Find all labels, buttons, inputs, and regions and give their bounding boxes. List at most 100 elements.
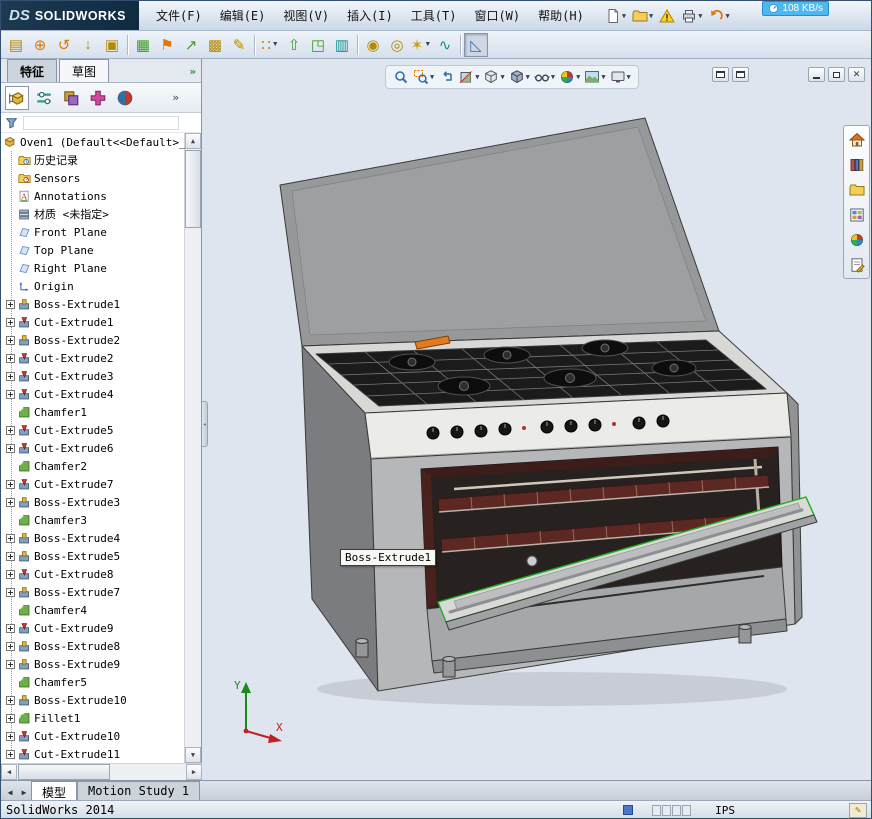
undo-button[interactable]: ▼ [706,4,731,28]
feature-tree-item[interactable]: Boss-Extrude7 [1,583,185,601]
dimxpertmanager-tab[interactable] [86,86,110,110]
feature-tree-item[interactable]: Boss-Extrude10 [1,691,185,709]
expand-plus-icon[interactable] [6,749,15,759]
appearances-scenes-button[interactable] [846,229,867,250]
dropdown-arrow-icon[interactable]: ▼ [576,73,580,81]
dropdown-arrow-icon[interactable]: ▼ [622,12,626,20]
menu-edit[interactable]: 编辑(E) [211,4,275,27]
tab-motion-study[interactable]: Motion Study 1 [77,781,201,800]
dropdown-arrow-icon[interactable]: ▼ [475,73,479,81]
expand-plus-icon[interactable] [6,317,15,327]
display-style-button[interactable]: ▼ [508,67,531,87]
feature-tree-item[interactable]: Origin [1,277,185,295]
scroll-down-icon[interactable]: ▼ [185,747,201,763]
feature-tree-item[interactable]: Boss-Extrude1 [1,295,185,313]
feature-tree-item[interactable]: Boss-Extrude2 [1,331,185,349]
horizontal-scroll-thumb[interactable] [18,764,110,780]
feature-tree-item[interactable]: Boss-Extrude4 [1,529,185,547]
tab-features[interactable]: 特征 [7,59,58,82]
pan-view-button[interactable]: ⊕ [28,33,52,57]
dropdown-arrow-icon[interactable]: ▼ [424,41,431,48]
custom-properties-button[interactable] [846,254,867,275]
tile-window-icon[interactable] [712,67,729,82]
expand-plus-icon[interactable] [6,551,15,561]
rebuild-warning-button[interactable] [657,4,677,28]
expand-plus-icon[interactable] [6,497,15,507]
propertymanager-tab[interactable] [32,86,56,110]
configurationmanager-tab[interactable] [59,86,83,110]
scroll-right-icon[interactable]: ▶ [186,764,202,780]
expand-plus-icon[interactable] [6,731,15,741]
feature-tree-item[interactable]: Cut-Extrude2 [1,349,185,367]
save-archive-button[interactable]: ↓ [76,33,100,57]
hide-show-items-button[interactable]: ▼ [533,67,556,87]
edit-appearance-button[interactable]: ▼ [558,67,581,87]
feature-tree-item[interactable]: Boss-Extrude5 [1,547,185,565]
magic-tool-button[interactable]: ✶ ▼ [409,33,433,57]
minimize-icon[interactable] [808,67,825,82]
menu-file[interactable]: 文件(F) [147,4,211,27]
feature-tree-item[interactable]: Boss-Extrude9 [1,655,185,673]
previous-view-button[interactable] [437,67,455,87]
new-part-button[interactable]: ▦ [131,33,155,57]
expand-plus-icon[interactable] [6,623,15,633]
feature-tree-item[interactable]: Fillet1 [1,709,185,727]
tab-scroll-left-icon[interactable]: ◀ [3,784,17,800]
dropdown-arrow-icon[interactable]: ▼ [430,73,434,81]
menu-help[interactable]: 帮助(H) [529,4,593,27]
cascade-window-icon[interactable] [732,67,749,82]
dropdown-arrow-icon[interactable]: ▼ [500,73,504,81]
expand-plus-icon[interactable] [6,695,15,705]
expand-plus-icon[interactable] [6,353,15,363]
expand-plus-icon[interactable] [6,479,15,489]
feature-tree-item[interactable]: Chamfer3 [1,511,185,529]
restore-icon[interactable] [828,67,845,82]
box-select-button[interactable]: ◳ [306,33,330,57]
expand-plus-icon[interactable] [6,389,15,399]
dropdown-arrow-icon[interactable]: ▼ [649,12,653,20]
menu-view[interactable]: 视图(V) [274,4,338,27]
displaymanager-tab[interactable] [113,86,137,110]
feature-tree-item[interactable]: Cut-Extrude4 [1,385,185,403]
section-view-button[interactable]: ▼ [457,67,480,87]
feature-tree-item[interactable]: 历史记录 [1,151,185,169]
menu-window[interactable]: 窗口(W) [465,4,529,27]
menu-tools[interactable]: 工具(T) [402,4,466,27]
tree-horizontal-scrollbar[interactable]: ◀ ▶ [1,763,202,780]
zoom-fit-button[interactable] [392,67,410,87]
print-button[interactable]: ▼ [679,4,704,28]
expand-plus-icon[interactable] [6,371,15,381]
feature-tree-item[interactable]: Cut-Extrude8 [1,565,185,583]
expand-plus-icon[interactable] [6,533,15,543]
oven-3d-model[interactable] [202,59,872,780]
apply-scene-button[interactable]: ▼ [583,67,606,87]
rotate-view-button[interactable]: ↺ [52,33,76,57]
scroll-left-icon[interactable]: ◀ [1,764,17,780]
expand-plus-icon[interactable] [6,425,15,435]
tree-vertical-scrollbar[interactable]: ▲ ▼ [184,133,201,763]
copy-settings-button[interactable]: ▣ [100,33,124,57]
zoom-area-button[interactable]: ▼ [412,67,435,87]
feature-tree-item[interactable]: Cut-Extrude10 [1,727,185,745]
feature-tree-item[interactable]: Cut-Extrude7 [1,475,185,493]
dropdown-arrow-icon[interactable]: ▼ [601,73,605,81]
featuremanager-tree-tab[interactable] [5,85,29,110]
file-explorer-button[interactable] [846,179,867,200]
feature-tree-item[interactable]: Chamfer1 [1,403,185,421]
feature-tree-item[interactable]: Sensors [1,169,185,187]
feature-tree-item[interactable]: Cut-Extrude11 [1,745,185,763]
spline-tool-button[interactable]: ∿ [433,33,457,57]
expand-plus-icon[interactable] [6,569,15,579]
feature-tree-item[interactable]: Chamfer2 [1,457,185,475]
instant3d-button[interactable]: ⇧ [282,33,306,57]
dropdown-arrow-icon[interactable]: ▼ [272,41,279,48]
view-palette-button[interactable] [846,204,867,225]
expand-plus-icon[interactable] [6,443,15,453]
new-document-button[interactable]: ▼ [603,4,628,28]
expand-plus-icon[interactable] [6,659,15,669]
close-icon[interactable]: ✕ [848,67,865,82]
feature-filter-input[interactable] [23,115,179,130]
feature-tree-item[interactable]: Cut-Extrude1 [1,313,185,331]
feature-tree-item[interactable]: Right Plane [1,259,185,277]
scroll-up-icon[interactable]: ▲ [185,133,201,149]
